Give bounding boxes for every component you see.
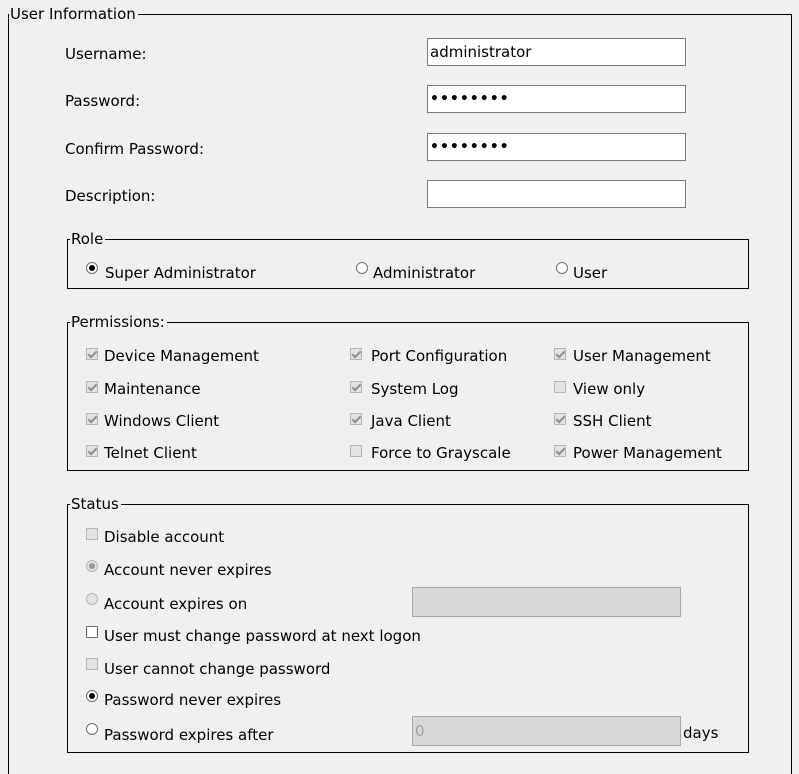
confirm-password-label: Confirm Password:	[65, 140, 205, 158]
role-super-administrator-radio[interactable]	[86, 262, 98, 274]
device-management-checkbox[interactable]	[86, 348, 98, 360]
password-never-expires-label[interactable]: Password never expires	[104, 691, 281, 709]
password-expiry-days-input[interactable]: 0	[412, 716, 681, 746]
java-client-checkbox[interactable]	[350, 413, 362, 425]
port-configuration-label[interactable]: Port Configuration	[371, 347, 507, 365]
role-super-administrator-label[interactable]: Super Administrator	[105, 264, 256, 282]
user-management-checkbox[interactable]	[554, 348, 566, 360]
user-management-label[interactable]: User Management	[573, 347, 711, 365]
password-expires-after-label[interactable]: Password expires after	[104, 726, 274, 744]
force-to-grayscale-checkbox[interactable]	[350, 445, 362, 457]
telnet-client-checkbox[interactable]	[86, 445, 98, 457]
cannot-change-password-label[interactable]: User cannot change password	[104, 660, 330, 678]
must-change-password-label[interactable]: User must change password at next logon	[104, 627, 421, 645]
system-log-checkbox[interactable]	[350, 381, 362, 393]
role-user-label[interactable]: User	[573, 264, 607, 282]
system-log-label[interactable]: System Log	[371, 380, 459, 398]
role-administrator-label[interactable]: Administrator	[373, 264, 475, 282]
account-expires-on-label[interactable]: Account expires on	[104, 595, 247, 613]
device-management-label[interactable]: Device Management	[104, 347, 259, 365]
user-information-legend: User Information	[9, 5, 138, 23]
permissions-legend: Permissions:	[70, 313, 167, 331]
role-user-radio[interactable]	[556, 262, 568, 274]
account-never-expires-label[interactable]: Account never expires	[104, 561, 272, 579]
ssh-client-checkbox[interactable]	[554, 413, 566, 425]
port-configuration-checkbox[interactable]	[350, 348, 362, 360]
telnet-client-label[interactable]: Telnet Client	[104, 444, 197, 462]
must-change-password-checkbox[interactable]	[86, 626, 98, 638]
power-management-checkbox[interactable]	[554, 445, 566, 457]
disable-account-label[interactable]: Disable account	[104, 528, 224, 546]
maintenance-label[interactable]: Maintenance	[104, 380, 201, 398]
view-only-checkbox[interactable]	[554, 381, 566, 393]
password-expires-after-radio[interactable]	[86, 723, 98, 735]
password-never-expires-radio[interactable]	[86, 690, 98, 702]
role-administrator-radio[interactable]	[356, 262, 368, 274]
force-to-grayscale-label[interactable]: Force to Grayscale	[371, 444, 511, 462]
power-management-label[interactable]: Power Management	[573, 444, 722, 462]
account-never-expires-radio[interactable]	[86, 560, 98, 572]
password-input[interactable]: ••••••••	[427, 85, 686, 113]
status-legend: Status	[70, 495, 121, 513]
account-expiry-date-input[interactable]	[412, 587, 681, 617]
role-legend: Role	[70, 230, 106, 248]
username-label: Username:	[65, 45, 147, 63]
ssh-client-label[interactable]: SSH Client	[573, 412, 652, 430]
password-label: Password:	[65, 92, 141, 110]
account-expires-on-radio[interactable]	[86, 593, 98, 605]
java-client-label[interactable]: Java Client	[371, 412, 451, 430]
windows-client-label[interactable]: Windows Client	[104, 412, 219, 430]
description-label: Description:	[65, 187, 156, 205]
maintenance-checkbox[interactable]	[86, 381, 98, 393]
description-input[interactable]	[427, 180, 686, 208]
view-only-label[interactable]: View only	[573, 380, 645, 398]
windows-client-checkbox[interactable]	[86, 413, 98, 425]
cannot-change-password-checkbox[interactable]	[86, 658, 98, 670]
disable-account-checkbox[interactable]	[86, 528, 98, 540]
confirm-password-input[interactable]: ••••••••	[427, 133, 686, 161]
username-input[interactable]: administrator	[427, 38, 686, 66]
days-unit-label: days	[683, 724, 719, 742]
